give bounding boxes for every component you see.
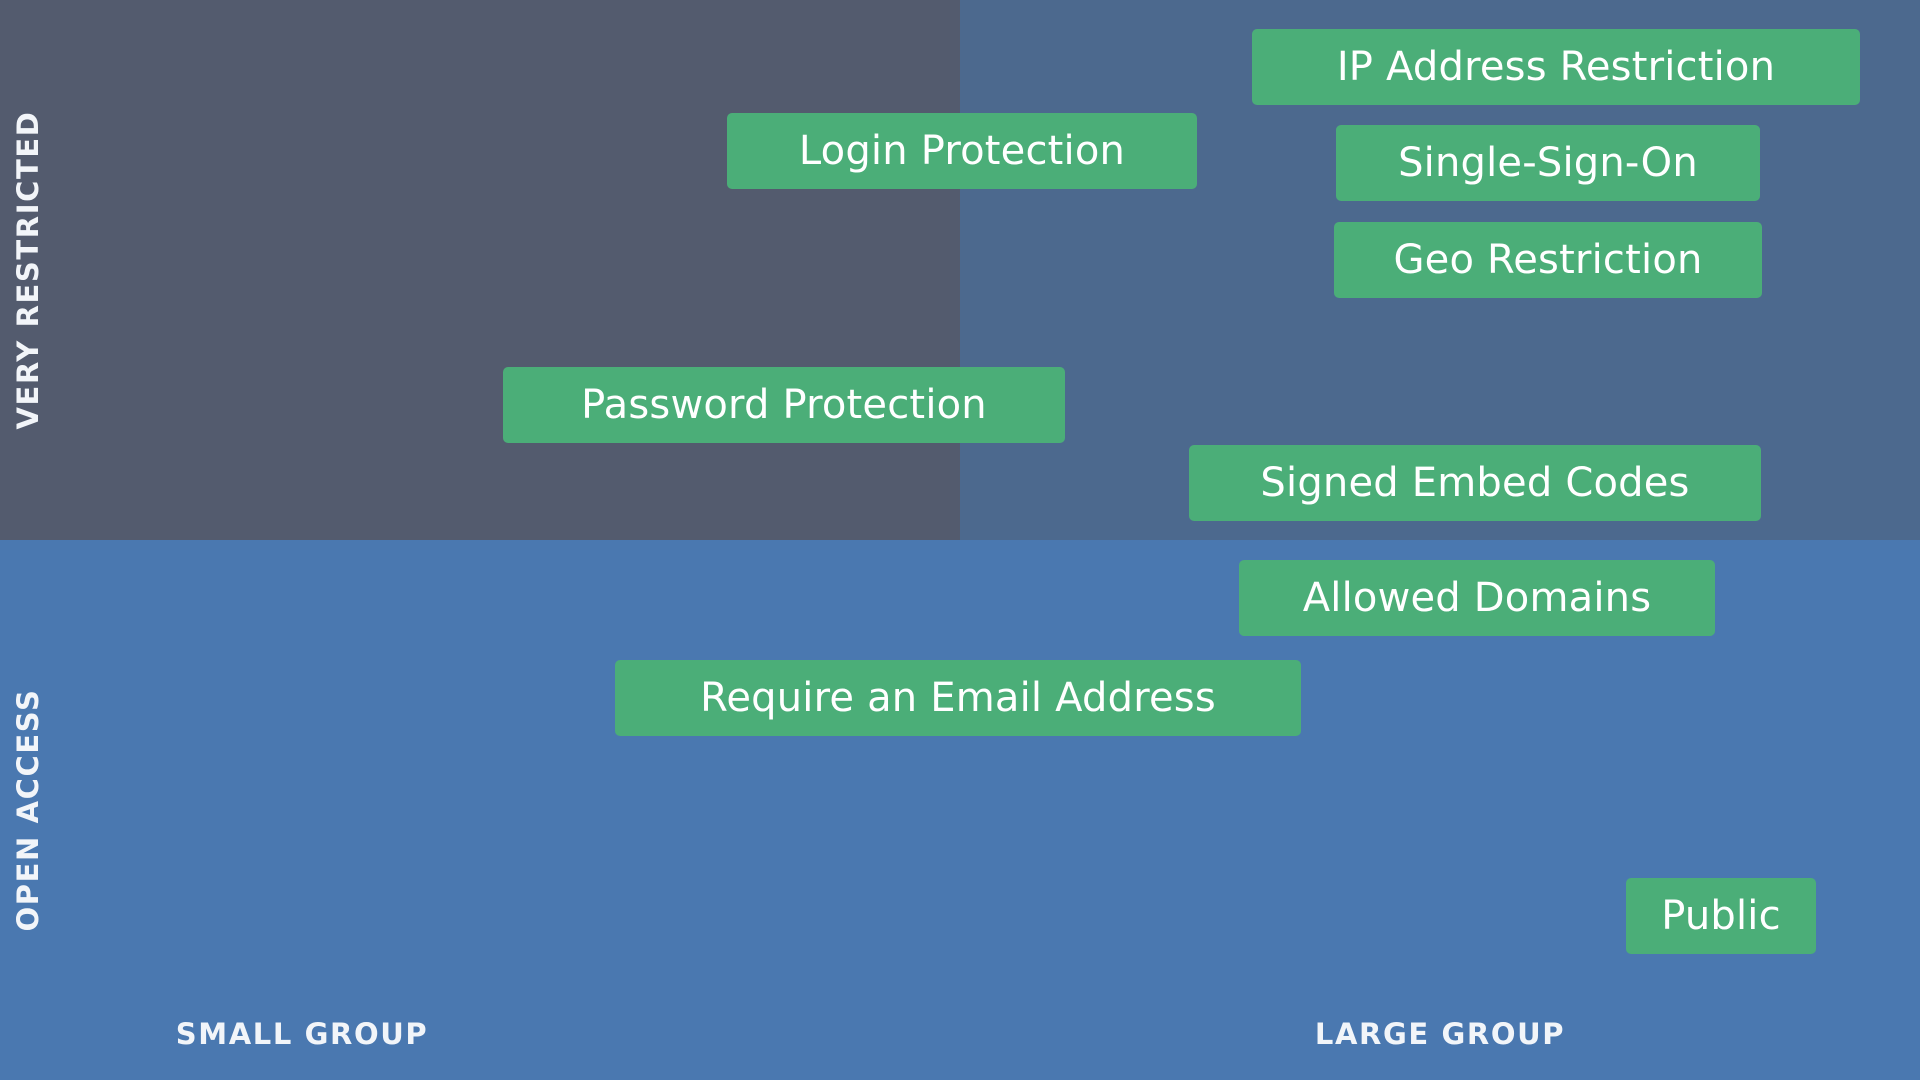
chip-signed-embed-codes[interactable]: Signed Embed Codes [1189, 445, 1761, 521]
axis-label-large-group: LARGE GROUP [1314, 1017, 1566, 1051]
chip-login-protection[interactable]: Login Protection [727, 113, 1197, 189]
quadrant-matrix-canvas: VERY RESTRICTED OPEN ACCESS SMALL GROUP … [0, 0, 1920, 1080]
chip-geo-restriction[interactable]: Geo Restriction [1334, 222, 1762, 298]
chip-password-protection[interactable]: Password Protection [503, 367, 1065, 443]
chip-single-sign-on[interactable]: Single-Sign-On [1336, 125, 1760, 201]
axis-label-open-access: OPEN ACCESS [11, 688, 45, 932]
chip-allowed-domains[interactable]: Allowed Domains [1239, 560, 1715, 636]
quadrant-very-restricted-small-group [0, 0, 960, 540]
chip-ip-address-restriction[interactable]: IP Address Restriction [1252, 29, 1860, 105]
axis-label-small-group: SMALL GROUP [175, 1017, 429, 1051]
quadrant-open-access-small-group [0, 540, 960, 1080]
chip-require-an-email-address[interactable]: Require an Email Address [615, 660, 1301, 736]
chip-public[interactable]: Public [1626, 878, 1816, 954]
axis-label-very-restricted: VERY RESTRICTED [11, 110, 45, 430]
